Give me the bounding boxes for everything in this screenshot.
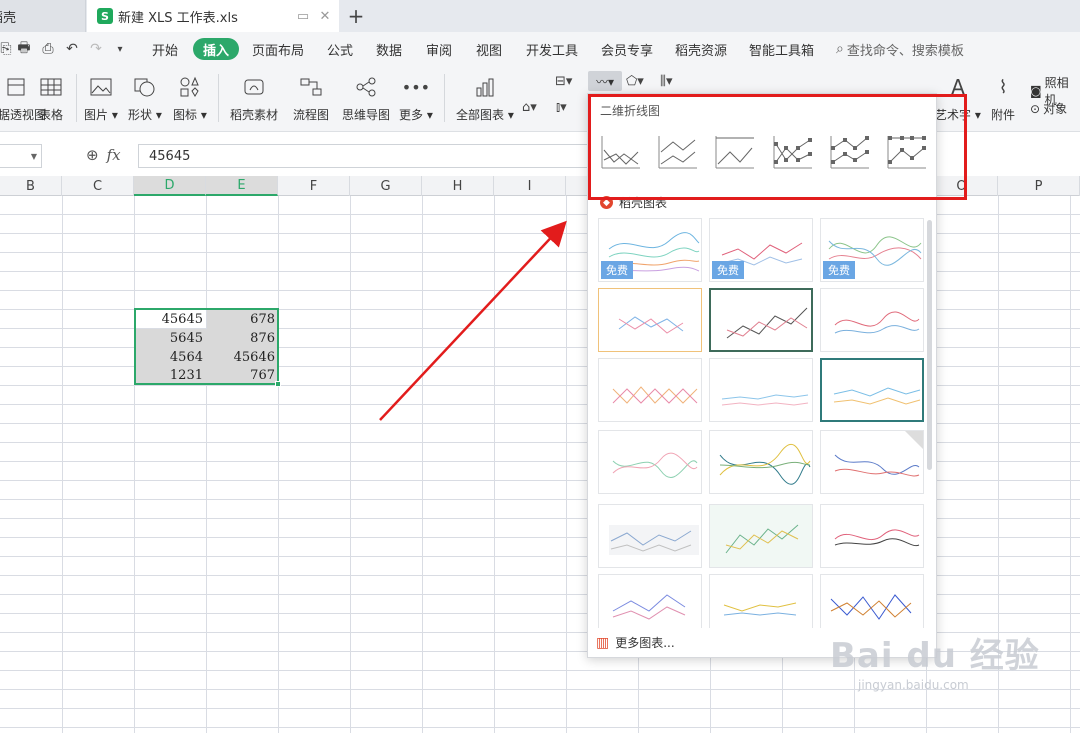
wps-spreadsheet-window: 稻壳 S 新建 XLS 工作表.xls ▭ ✕ + ⎘ 🖶 ⎙ ↶ ↷ ▾ 开始… <box>0 0 1080 733</box>
baidu-watermark-url: jingyan.baidu.com <box>858 678 969 692</box>
annotation-arrow <box>379 220 567 421</box>
baidu-watermark: Bai du 经验 <box>830 636 1040 676</box>
